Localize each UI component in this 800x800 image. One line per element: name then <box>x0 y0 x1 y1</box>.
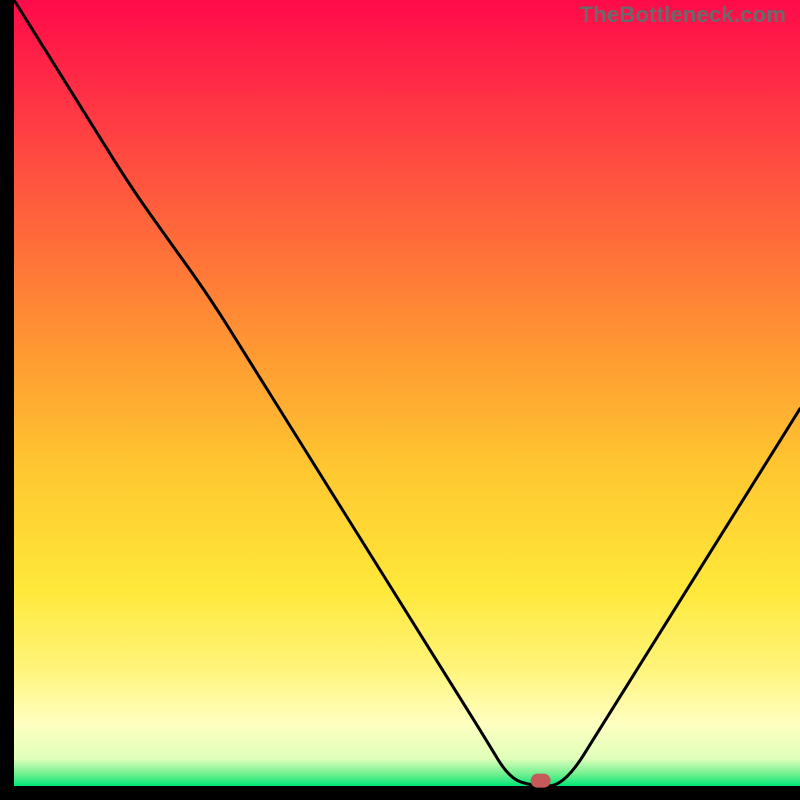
chart-svg <box>0 0 800 800</box>
optimal-marker <box>531 774 551 788</box>
gradient-background <box>14 0 800 786</box>
watermark-text: TheBottleneck.com <box>580 2 786 28</box>
bottleneck-chart: TheBottleneck.com <box>0 0 800 800</box>
